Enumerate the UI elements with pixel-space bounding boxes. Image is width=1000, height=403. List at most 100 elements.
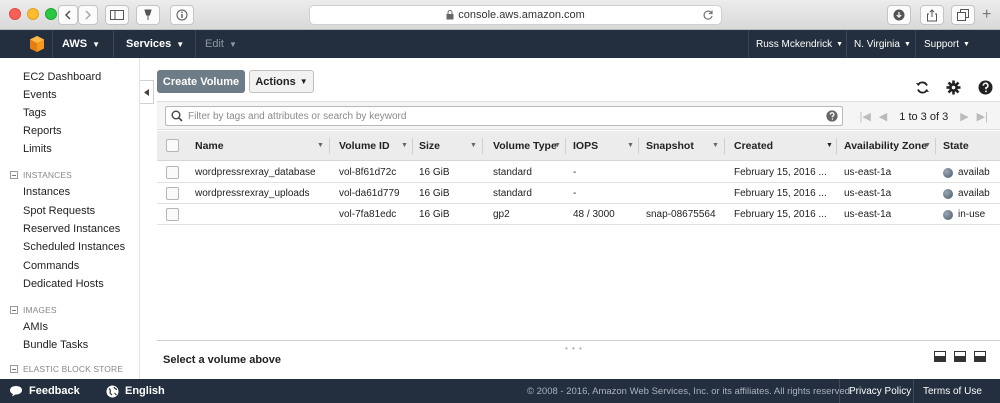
collapse-icon	[10, 171, 18, 179]
gear-icon[interactable]	[946, 80, 961, 95]
services-menu-label: Services	[126, 38, 172, 50]
sort-icon[interactable]: ▼	[317, 142, 324, 149]
account-menu[interactable]: Russ Mckendrick ▼	[756, 30, 843, 58]
sidebar-item-ec2-dashboard[interactable]: EC2 Dashboard	[23, 71, 101, 83]
sidebar-item-limits[interactable]: Limits	[23, 143, 52, 155]
sort-icon[interactable]: ▼	[401, 142, 408, 149]
sidebar-item-spot-requests[interactable]: Spot Requests	[23, 205, 95, 217]
sidebar-item-instances[interactable]: Instances	[23, 186, 70, 198]
sort-icon[interactable]: ▼	[554, 142, 561, 149]
sidebar-item-dedicated-hosts[interactable]: Dedicated Hosts	[23, 278, 104, 290]
create-volume-button[interactable]: Create Volume	[157, 70, 245, 93]
cell-iops: -	[573, 167, 577, 178]
sort-icon[interactable]: ▼	[712, 142, 719, 149]
table-row[interactable]: vol-7fa81edc 16 GiB gp2 48 / 3000 snap-0…	[157, 204, 1000, 225]
sidebar-collapse-button[interactable]	[140, 80, 154, 104]
forward-button[interactable]	[78, 5, 98, 25]
sidebar-toggle-button[interactable]	[105, 5, 129, 25]
privacy-policy-link[interactable]: Privacy Policy	[849, 379, 911, 403]
actions-button[interactable]: Actions ▼	[249, 70, 314, 93]
filter-help-icon[interactable]	[826, 110, 838, 122]
column-header-availability-zone[interactable]: Availability Zone	[844, 131, 927, 161]
aws-menu[interactable]: AWS ▼	[62, 30, 100, 58]
terms-of-use-link[interactable]: Terms of Use	[923, 379, 982, 403]
sort-descending-icon[interactable]: ▼	[826, 142, 833, 149]
layout-switcher	[934, 351, 986, 362]
share-icon	[927, 8, 937, 21]
pagination: |◀ ◀ 1 to 3 of 3 ▶ ▶|	[855, 102, 992, 131]
column-header-created[interactable]: Created	[734, 131, 773, 161]
table-row[interactable]: wordpressrexray_uploads vol-da61d779 16 …	[157, 183, 1000, 204]
tabs-overview-button[interactable]	[951, 5, 975, 25]
layout-bottom-icon[interactable]	[934, 351, 946, 362]
table-header: Name ▼ Volume ID ▼ Size ▼ Volume Type ▼ …	[157, 131, 1000, 161]
sort-icon[interactable]: ▼	[627, 142, 634, 149]
detail-title: Select a volume above	[163, 354, 281, 366]
sidebar-item-amis[interactable]: AMIs	[23, 321, 48, 333]
sidebar-item-bundle-tasks[interactable]: Bundle Tasks	[23, 339, 88, 351]
sidebar-item-tags[interactable]: Tags	[23, 107, 46, 119]
cell-state: availab	[943, 183, 990, 204]
sidebar-section-elastic-block-store[interactable]: ELASTIC BLOCK STORE	[10, 364, 123, 374]
section-title: INSTANCES	[23, 170, 72, 180]
zoom-window-icon[interactable]	[45, 8, 57, 20]
ec2-sidebar: EC2 Dashboard Events Tags Reports Limits…	[0, 58, 140, 379]
sidebar-item-scheduled-instances[interactable]: Scheduled Instances	[23, 241, 125, 253]
close-window-icon[interactable]	[9, 8, 21, 20]
column-header-size[interactable]: Size	[419, 131, 440, 161]
chevron-down-icon: ▼	[176, 39, 185, 49]
chevron-right-icon	[85, 10, 92, 20]
next-page-icon[interactable]: ▶	[960, 110, 968, 123]
site-info-button[interactable]	[170, 5, 194, 25]
sidebar-item-reserved-instances[interactable]: Reserved Instances	[23, 223, 120, 235]
help-icon[interactable]	[978, 80, 993, 95]
downloads-button[interactable]	[887, 5, 911, 25]
account-name: Russ Mckendrick	[756, 38, 833, 50]
table-row[interactable]: wordpressrexray_database vol-8f61d72c 16…	[157, 162, 1000, 183]
refresh-icon[interactable]	[915, 80, 930, 95]
row-checkbox[interactable]	[166, 166, 179, 179]
row-checkbox[interactable]	[166, 187, 179, 200]
language-selector[interactable]: English	[106, 379, 165, 403]
select-all-checkbox[interactable]	[166, 139, 179, 152]
console-footer: Feedback English © 2008 - 2016, Amazon W…	[0, 379, 1000, 403]
sidebar-section-images[interactable]: IMAGES	[10, 305, 57, 315]
pin-button[interactable]	[136, 5, 160, 25]
sort-icon[interactable]: ▼	[470, 142, 477, 149]
column-header-state[interactable]: State	[943, 131, 969, 161]
resize-handle-icon[interactable]: • • •	[565, 344, 583, 353]
aws-cube-icon[interactable]	[28, 35, 46, 53]
sidebar-item-commands[interactable]: Commands	[23, 260, 79, 272]
feedback-link[interactable]: Feedback	[9, 379, 80, 403]
first-page-icon[interactable]: |◀	[859, 110, 870, 123]
address-bar[interactable]: console.aws.amazon.com	[309, 5, 722, 25]
sort-icon[interactable]: ▼	[924, 142, 931, 149]
sidebar-item-reports[interactable]: Reports	[23, 125, 62, 137]
column-header-name[interactable]: Name	[195, 131, 224, 161]
search-input[interactable]: Filter by tags and attributes or search …	[165, 106, 843, 126]
sidebar-item-events[interactable]: Events	[23, 89, 57, 101]
support-menu[interactable]: Support ▼	[924, 30, 970, 58]
new-tab-icon[interactable]: +	[982, 7, 991, 23]
collapse-icon	[10, 365, 18, 373]
sidebar-section-instances[interactable]: INSTANCES	[10, 170, 72, 180]
column-header-iops[interactable]: IOPS	[573, 131, 598, 161]
column-header-volume-id[interactable]: Volume ID	[339, 131, 390, 161]
minimize-window-icon[interactable]	[27, 8, 39, 20]
column-header-snapshot[interactable]: Snapshot	[646, 131, 694, 161]
services-menu[interactable]: Services ▼	[126, 30, 184, 58]
row-checkbox[interactable]	[166, 208, 179, 221]
region-menu[interactable]: N. Virginia ▼	[854, 30, 911, 58]
back-button[interactable]	[58, 5, 78, 25]
url-text: console.aws.amazon.com	[458, 9, 585, 21]
prev-page-icon[interactable]: ◀	[879, 110, 887, 123]
column-header-volume-type[interactable]: Volume Type	[493, 131, 557, 161]
layout-full-icon[interactable]	[974, 351, 986, 362]
edit-menu[interactable]: Edit ▼	[205, 30, 237, 58]
layout-split-icon[interactable]	[954, 351, 966, 362]
last-page-icon[interactable]: ▶|	[977, 110, 988, 123]
collapse-icon	[10, 306, 18, 314]
reload-icon[interactable]	[702, 9, 714, 24]
share-button[interactable]	[920, 5, 944, 25]
cell-size: 16 GiB	[419, 188, 450, 199]
